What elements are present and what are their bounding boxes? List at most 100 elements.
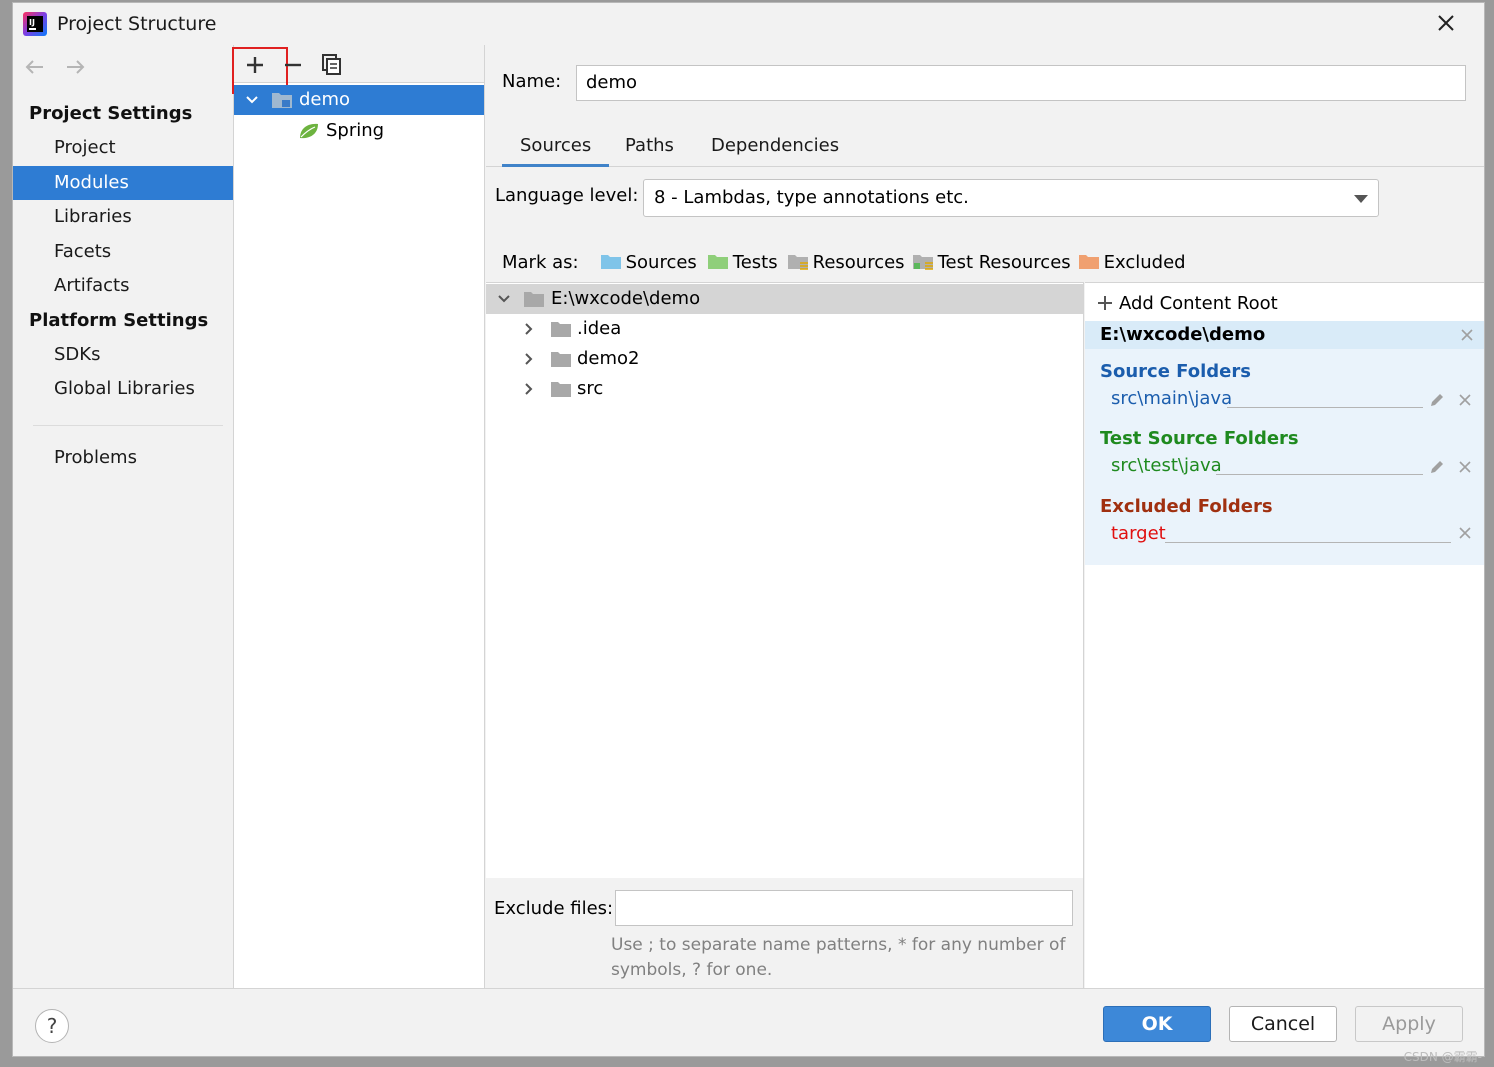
sidebar-item-problems[interactable]: Problems	[13, 441, 233, 475]
module-tree-panel: demo Spring	[232, 45, 485, 988]
content-root-row[interactable]: E:\wxcode\demo	[486, 284, 1083, 314]
chevron-right-icon[interactable]	[522, 382, 536, 396]
sidebar-item-project[interactable]: Project	[13, 131, 233, 165]
spring-leaf-icon	[300, 123, 318, 139]
folder-icon	[524, 292, 544, 307]
forward-arrow-icon[interactable]	[63, 57, 87, 77]
svg-text:IJ: IJ	[29, 18, 35, 27]
mark-as-label: Mark as:	[502, 251, 579, 273]
intellij-icon: IJ	[23, 12, 47, 36]
sidebar-item-facets[interactable]: Facets	[13, 235, 233, 269]
sources-folder-icon	[600, 255, 621, 269]
exclude-files-input[interactable]	[615, 890, 1073, 926]
edit-pencil-icon[interactable]	[1428, 458, 1446, 476]
add-icon	[1098, 296, 1112, 310]
remove-folder-icon[interactable]	[1458, 526, 1472, 540]
remove-icon	[285, 63, 301, 67]
chevron-right-icon[interactable]	[522, 322, 536, 336]
mark-excluded-button[interactable]: Excluded	[1078, 252, 1186, 273]
chevron-right-icon[interactable]	[522, 352, 536, 366]
help-button[interactable]: ?	[35, 1009, 69, 1043]
source-folder-item[interactable]: src\main\java	[1111, 388, 1232, 409]
add-module-button[interactable]	[232, 47, 288, 94]
tree-row-label: demo2	[577, 348, 640, 369]
tree-row-label: src	[577, 378, 604, 399]
module-folder-icon	[272, 93, 292, 108]
content-root-block: E:\wxcode\demo Source Folders src\main\j…	[1085, 321, 1484, 565]
content-roots-panel: Add Content Root E:\wxcode\demo Source F…	[1085, 282, 1484, 988]
facet-label: Spring	[326, 120, 385, 141]
language-level-label: Language level:	[495, 185, 639, 206]
remove-root-icon[interactable]	[1460, 328, 1474, 342]
sidebar-item-libraries[interactable]: Libraries	[13, 200, 233, 234]
ok-button[interactable]: OK	[1103, 1006, 1211, 1042]
exclude-hint-line-2: symbols, ? for one.	[611, 960, 773, 980]
platform-settings-heading: Platform Settings	[29, 310, 209, 331]
sidebar-item-modules[interactable]: Modules	[13, 166, 233, 200]
tab-dependencies[interactable]: Dependencies	[693, 133, 857, 167]
apply-button[interactable]: Apply	[1355, 1006, 1463, 1042]
tree-item-spring[interactable]: Spring	[234, 116, 484, 146]
tests-folder-icon	[707, 255, 728, 269]
tab-paths[interactable]: Paths	[607, 133, 692, 167]
edit-pencil-icon[interactable]	[1428, 391, 1446, 409]
remove-module-button[interactable]	[279, 51, 307, 79]
content-root-header: E:\wxcode\demo	[1085, 321, 1484, 349]
tree-row-label: .idea	[577, 318, 622, 339]
mark-test-resources-label: Test Resources	[937, 251, 1071, 273]
module-tabs: Sources Paths Dependencies	[486, 127, 1484, 167]
tree-row[interactable]: src	[486, 374, 1083, 404]
excluded-folder-item[interactable]: target	[1111, 523, 1166, 544]
dropdown-caret-icon	[1354, 195, 1368, 203]
cancel-button[interactable]: Cancel	[1229, 1006, 1337, 1042]
language-level-value: 8 - Lambdas, type annotations etc.	[654, 187, 969, 208]
copy-icon	[322, 54, 341, 75]
module-name-input[interactable]: demo	[576, 65, 1466, 101]
mark-resources-label: Resources	[812, 251, 905, 273]
dialog-button-bar: ? OK Cancel Apply	[13, 988, 1484, 1056]
test-source-folder-item[interactable]: src\test\java	[1111, 455, 1222, 476]
add-content-root-label: Add Content Root	[1119, 293, 1278, 314]
project-structure-dialog: IJ Project Structure Project Settings Pr…	[12, 2, 1485, 1057]
module-label: demo	[299, 89, 351, 110]
close-icon[interactable]	[1434, 11, 1458, 35]
exclude-files-label: Exclude files:	[494, 898, 614, 919]
mark-test-resources-button[interactable]: Test Resources	[912, 252, 1071, 273]
tab-sources[interactable]: Sources	[502, 133, 610, 167]
test-resources-folder-icon	[912, 255, 933, 270]
folder-icon	[551, 382, 571, 397]
resources-folder-icon	[787, 255, 808, 270]
exclude-hint-line-1: Use ; to separate name patterns, * for a…	[611, 935, 1066, 955]
content-root-tree: E:\wxcode\demo .idea demo2 src	[486, 282, 1084, 878]
tree-item-demo[interactable]: demo	[234, 85, 484, 115]
mark-resources-button[interactable]: Resources	[787, 252, 905, 273]
back-arrow-icon[interactable]	[23, 57, 47, 77]
remove-folder-icon[interactable]	[1458, 393, 1472, 407]
language-level-select[interactable]: 8 - Lambdas, type annotations etc.	[643, 179, 1379, 217]
sidebar-divider	[33, 425, 223, 426]
chevron-down-icon[interactable]	[244, 93, 260, 107]
tree-row[interactable]: demo2	[486, 344, 1083, 374]
exclude-files-area: Exclude files: Use ; to separate name pa…	[486, 878, 1084, 988]
settings-sidebar: Project Settings Project Modules Librari…	[13, 45, 233, 988]
sidebar-item-artifacts[interactable]: Artifacts	[13, 269, 233, 303]
mark-tests-label: Tests	[732, 251, 778, 273]
mark-sources-label: Sources	[625, 251, 697, 273]
module-toolbar	[232, 45, 484, 94]
tree-row[interactable]: .idea	[486, 314, 1083, 344]
copy-module-button[interactable]	[318, 51, 346, 79]
source-folders-title: Source Folders	[1100, 361, 1251, 382]
exclude-files-hint: Use ; to separate name patterns, * for a…	[611, 933, 1081, 983]
excluded-folder-underline	[1165, 542, 1451, 543]
mark-tests-button[interactable]: Tests	[707, 252, 778, 273]
sidebar-item-global-libraries[interactable]: Global Libraries	[13, 372, 233, 406]
sidebar-item-sdks[interactable]: SDKs	[13, 338, 233, 372]
test-folder-underline	[1216, 474, 1423, 475]
remove-folder-icon[interactable]	[1458, 460, 1472, 474]
mark-sources-button[interactable]: Sources	[600, 252, 697, 273]
watermark: CSDN @霸霸-	[1403, 1050, 1482, 1064]
mark-as-bar: Mark as: Sources Tests Resources Test Re…	[502, 249, 1186, 275]
chevron-down-icon[interactable]	[496, 292, 512, 306]
test-source-folders-title: Test Source Folders	[1100, 428, 1299, 449]
mark-excluded-label: Excluded	[1103, 251, 1186, 273]
